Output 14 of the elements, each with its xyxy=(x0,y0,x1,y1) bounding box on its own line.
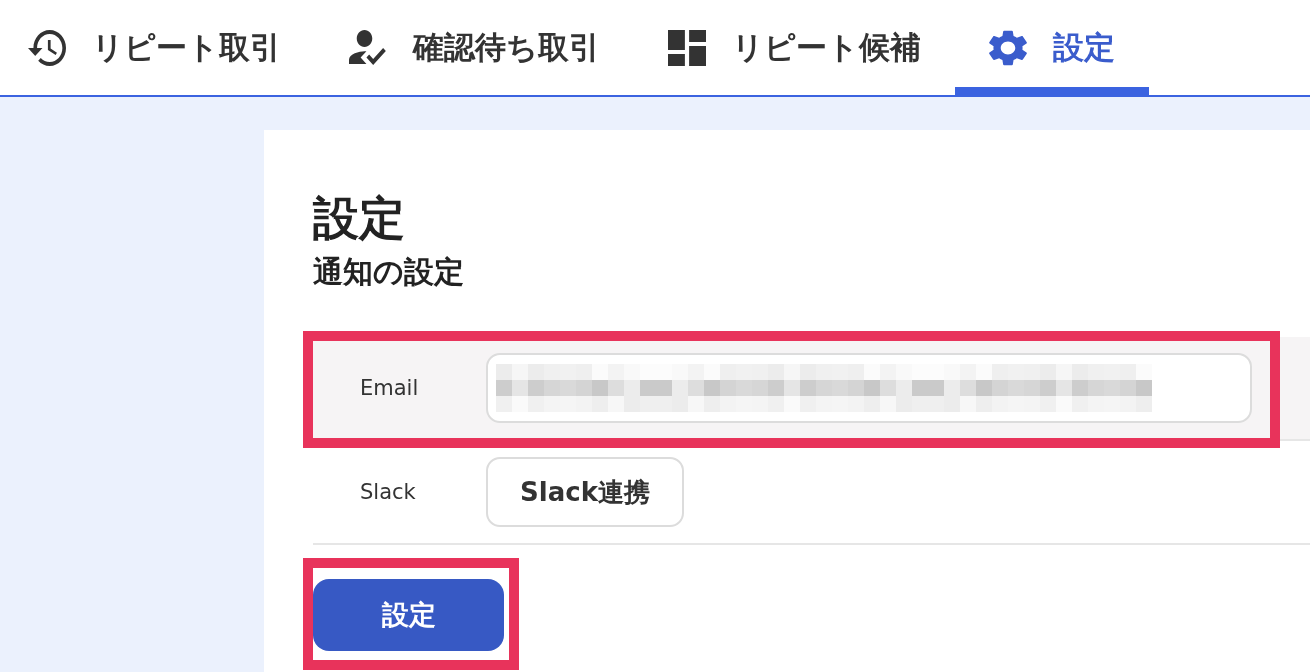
nav-tab[interactable]: 確認待ち取引 xyxy=(315,0,634,95)
page-title: 設定 xyxy=(313,190,406,246)
section-title: 通知の設定 xyxy=(313,254,465,290)
dashboard-icon xyxy=(668,29,706,66)
nav-tab[interactable]: リピート候補 xyxy=(634,0,955,95)
field-label: Email xyxy=(359,376,420,400)
nav-tab[interactable]: リピート取引 xyxy=(0,0,315,95)
person-check-icon xyxy=(349,29,387,66)
settings-icon xyxy=(989,29,1027,66)
submit-button[interactable]: 設定 xyxy=(313,579,504,651)
email-input[interactable] xyxy=(486,353,1252,423)
history-icon xyxy=(28,29,66,66)
field-label: Slack xyxy=(359,480,417,504)
slack-connect-button[interactable]: Slack連携 xyxy=(486,457,684,527)
